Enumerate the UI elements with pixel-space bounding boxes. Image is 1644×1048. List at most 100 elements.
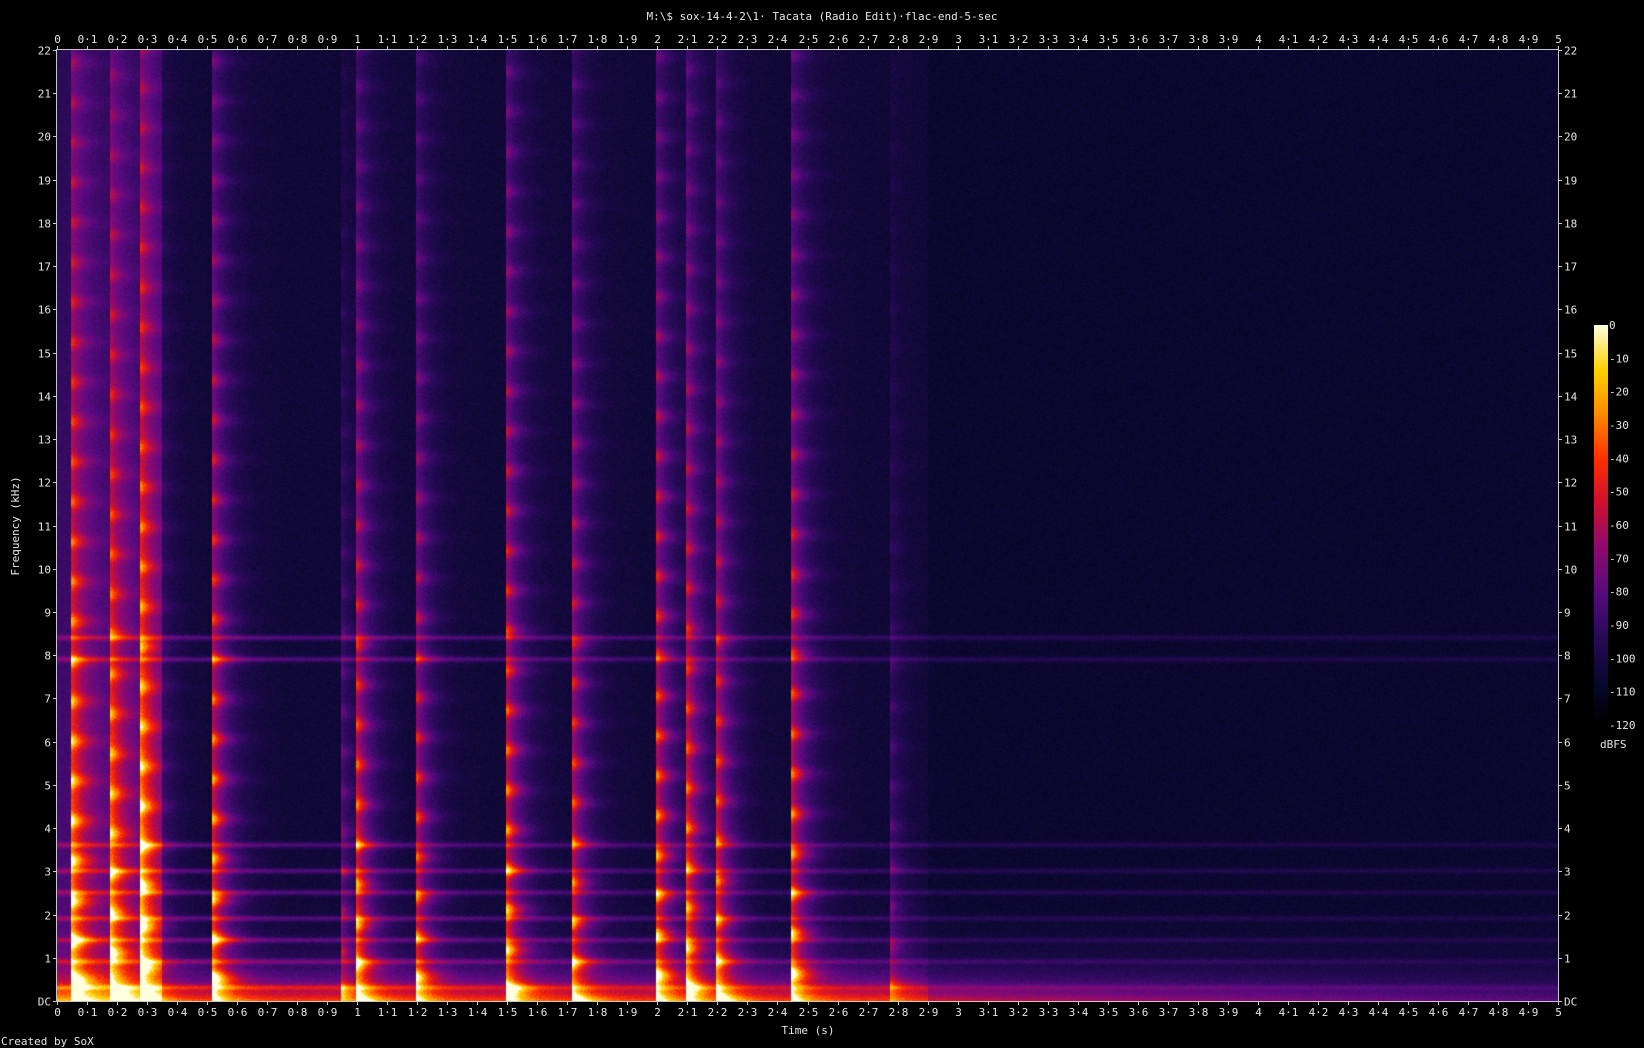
x-tick-label-top: 3·5 bbox=[1099, 33, 1119, 46]
x-tick-label-bottom: 2·9 bbox=[919, 1006, 939, 1019]
x-tick-label-bottom: 1·9 bbox=[618, 1006, 638, 1019]
colorbar-tick-label: -90 bbox=[1609, 619, 1629, 632]
y-tick-label-right: 7 bbox=[1564, 693, 1571, 706]
x-tick-label-top: 2·5 bbox=[799, 33, 819, 46]
y-tick-label-left: 18 bbox=[38, 218, 51, 231]
x-tick-label-bottom: 0·7 bbox=[258, 1006, 278, 1019]
y-tick-label-left: DC bbox=[38, 996, 51, 1009]
colorbar-tick-label: -120 bbox=[1609, 719, 1636, 732]
x-tick-label-top: 3·1 bbox=[979, 33, 999, 46]
colorbar-label: dBFS bbox=[1600, 738, 1627, 751]
x-tick-label-top: 1·5 bbox=[498, 33, 518, 46]
x-tick-label-bottom: 3·9 bbox=[1219, 1006, 1239, 1019]
x-tick-label-top: 1·9 bbox=[618, 33, 638, 46]
x-tick-label-bottom: 3·5 bbox=[1099, 1006, 1119, 1019]
x-tick-label-top: 2·1 bbox=[678, 33, 698, 46]
x-tick-label-top: 3·7 bbox=[1159, 33, 1179, 46]
x-tick-label-bottom: 3·8 bbox=[1189, 1006, 1209, 1019]
y-tick-label-right: 19 bbox=[1564, 175, 1577, 188]
x-tick-label-top: 0·9 bbox=[318, 33, 338, 46]
x-tick-label-bottom: 2·8 bbox=[889, 1006, 909, 1019]
y-tick-label-left: 21 bbox=[38, 88, 51, 101]
x-tick-label-bottom: 4·8 bbox=[1489, 1006, 1509, 1019]
y-tick-label-left: 14 bbox=[38, 391, 52, 404]
x-tick-label-top: 0·5 bbox=[198, 33, 218, 46]
x-tick-label-top: 2·9 bbox=[919, 33, 939, 46]
x-tick-label-top: 4 bbox=[1255, 33, 1262, 46]
x-tick-label-bottom: 4·3 bbox=[1339, 1006, 1359, 1019]
y-tick-label-left: 4 bbox=[44, 823, 51, 836]
x-tick-label-bottom: 3·2 bbox=[1009, 1006, 1029, 1019]
x-tick-label-top: 2·6 bbox=[829, 33, 849, 46]
y-tick-label-right: 3 bbox=[1564, 866, 1571, 879]
x-tick-label-top: 0·7 bbox=[258, 33, 278, 46]
y-tick-label-left: 20 bbox=[38, 131, 51, 144]
colorbar-tick-label: -110 bbox=[1609, 686, 1636, 699]
y-tick-label-right: 14 bbox=[1564, 391, 1578, 404]
x-tick-label-top: 1·4 bbox=[468, 33, 488, 46]
x-tick-label-top: 3·3 bbox=[1039, 33, 1059, 46]
x-tick-label-bottom: 2 bbox=[654, 1006, 661, 1019]
x-tick-label-top: 0·4 bbox=[168, 33, 188, 46]
y-tick-label-left: 8 bbox=[44, 650, 51, 663]
x-tick-label-bottom: 3·7 bbox=[1159, 1006, 1179, 1019]
colorbar-tick-label: -80 bbox=[1609, 586, 1629, 599]
x-tick-label-top: 3·9 bbox=[1219, 33, 1239, 46]
y-tick-label-right: 11 bbox=[1564, 521, 1577, 534]
y-tick-label-left: 12 bbox=[38, 477, 51, 490]
x-tick-label-bottom: 4 bbox=[1255, 1006, 1262, 1019]
x-tick-label-bottom: 4·6 bbox=[1429, 1006, 1449, 1019]
x-tick-label-bottom: 0·3 bbox=[138, 1006, 158, 1019]
y-tick-label-right: 21 bbox=[1564, 88, 1577, 101]
x-tick-label-bottom: 1·5 bbox=[498, 1006, 518, 1019]
y-tick-label-left: 17 bbox=[38, 261, 51, 274]
x-tick-label-bottom: 2·1 bbox=[678, 1006, 698, 1019]
y-tick-label-right: 22 bbox=[1564, 45, 1577, 58]
y-tick-label-right: 9 bbox=[1564, 607, 1571, 620]
x-tick-label-bottom: 4·4 bbox=[1369, 1006, 1389, 1019]
x-tick-label-bottom: 2·3 bbox=[738, 1006, 758, 1019]
x-tick-label-bottom: 4·2 bbox=[1309, 1006, 1329, 1019]
x-tick-label-top: 0·6 bbox=[228, 33, 248, 46]
y-tick-label-right: 20 bbox=[1564, 131, 1577, 144]
x-tick-label-top: 4·6 bbox=[1429, 33, 1449, 46]
created-by-credit: Created by SoX bbox=[1, 1035, 94, 1048]
x-tick-label-top: 1 bbox=[354, 33, 361, 46]
x-tick-label-top: 1·6 bbox=[528, 33, 548, 46]
colorbar-tick-label: -20 bbox=[1609, 386, 1629, 399]
y-tick-label-right: 4 bbox=[1564, 823, 1571, 836]
x-axis-label: Time (s) bbox=[782, 1024, 835, 1037]
x-tick-label-bottom: 3·3 bbox=[1039, 1006, 1059, 1019]
y-tick-label-right: 10 bbox=[1564, 564, 1577, 577]
y-tick-label-right: 12 bbox=[1564, 477, 1577, 490]
x-tick-label-bottom: 3·6 bbox=[1129, 1006, 1149, 1019]
y-tick-label-left: 9 bbox=[44, 607, 51, 620]
x-tick-label-bottom: 5 bbox=[1555, 1006, 1562, 1019]
y-tick-label-right: 8 bbox=[1564, 650, 1571, 663]
x-tick-label-top: 1·2 bbox=[408, 33, 428, 46]
x-tick-label-bottom: 0·8 bbox=[288, 1006, 308, 1019]
colorbar-tick-label: -100 bbox=[1609, 652, 1636, 665]
x-tick-label-top: 1·1 bbox=[378, 33, 398, 46]
x-tick-label-top: 3 bbox=[955, 33, 962, 46]
y-tick-label-right: 2 bbox=[1564, 910, 1571, 923]
x-tick-label-bottom: 4·1 bbox=[1279, 1006, 1299, 1019]
x-tick-label-bottom: 0·1 bbox=[78, 1006, 98, 1019]
x-tick-label-bottom: 0·4 bbox=[168, 1006, 188, 1019]
y-tick-label-right: 13 bbox=[1564, 434, 1577, 447]
x-tick-label-bottom: 1·6 bbox=[528, 1006, 548, 1019]
colorbar-tick-label: -30 bbox=[1609, 419, 1629, 432]
x-tick-label-bottom: 2·4 bbox=[768, 1006, 788, 1019]
y-tick-label-right: DC bbox=[1564, 996, 1577, 1009]
x-tick-label-top: 0·1 bbox=[78, 33, 98, 46]
y-tick-label-left: 16 bbox=[38, 304, 51, 317]
x-tick-label-bottom: 1·1 bbox=[378, 1006, 398, 1019]
x-tick-label-bottom: 2·6 bbox=[829, 1006, 849, 1019]
y-axis-label: Frequency (kHz) bbox=[9, 476, 22, 575]
x-tick-label-bottom: 1·3 bbox=[438, 1006, 458, 1019]
x-tick-label-top: 0·8 bbox=[288, 33, 308, 46]
x-tick-label-bottom: 1·7 bbox=[558, 1006, 578, 1019]
y-tick-label-left: 10 bbox=[38, 564, 51, 577]
x-tick-label-bottom: 4·9 bbox=[1519, 1006, 1539, 1019]
y-tick-label-left: 1 bbox=[44, 953, 51, 966]
